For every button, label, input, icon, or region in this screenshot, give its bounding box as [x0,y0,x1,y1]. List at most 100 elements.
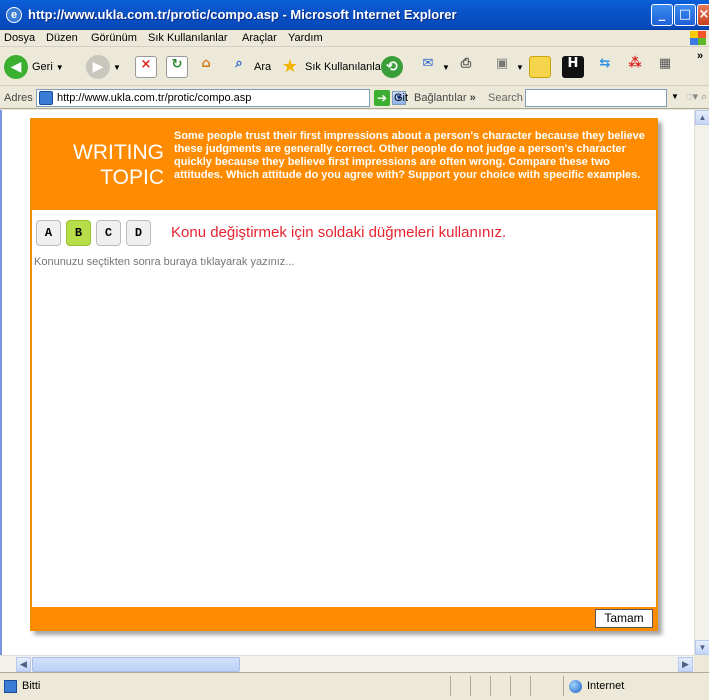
address-label: Adres [4,92,33,104]
home-button[interactable]: ⌂ [195,54,217,80]
back-button[interactable]: ◀ Geri ▼ [4,54,64,80]
status-divider [510,676,511,696]
stop-icon: × [135,56,157,78]
choice-b-button[interactable]: B [66,220,91,246]
refresh-icon: ↻ [166,56,188,78]
note-icon [529,56,551,78]
essay-textarea[interactable] [32,252,656,604]
menu-bar: Dosya Düzen Görünüm Sık Kullanılanlar Ar… [0,30,709,47]
search-options-icon[interactable]: ◌▾ ⌕ [686,90,707,104]
edit-button[interactable]: ▣ ▼ [491,54,524,80]
ok-button[interactable]: Tamam [595,609,653,628]
vertical-scrollbar[interactable]: ▲ ▼ [694,110,709,655]
menu-help[interactable]: Yardım [288,32,323,44]
status-divider [530,676,531,696]
edit-icon: ▣ [495,56,509,71]
address-bar: Adres http://www.ukla.com.tr/protic/comp… [0,87,709,109]
menu-favorites[interactable]: Sık Kullanılanlar [148,32,228,44]
topic-prompt: Some people trust their first impression… [174,130,645,181]
menu-file[interactable]: Dosya [4,32,35,44]
history-button[interactable]: ⟲ [381,54,403,80]
back-arrow-icon: ◀ [4,55,28,79]
scroll-right-icon[interactable]: ▶ [678,657,693,672]
favorites-button[interactable]: ★ Sık Kullanılanlar [279,54,385,80]
dropdown-arrow-icon: ▼ [113,62,121,72]
address-input[interactable]: http://www.ukla.com.tr/protic/compo.asp … [36,89,406,107]
search-label: Ara [254,61,272,73]
stop-button[interactable]: × [135,54,157,80]
home-icon: ⌂ [201,56,211,71]
choice-d-button[interactable]: D [126,220,151,246]
windows-logo-icon [690,31,706,45]
status-divider [490,676,491,696]
tools-icon: ▦ [658,56,672,71]
title-bar: e http://www.ukla.com.tr/protic/compo.as… [0,0,709,30]
status-divider [470,676,471,696]
toolbar-chevron-icon[interactable]: » [697,50,703,62]
ie-logo-icon: e [6,7,22,23]
menu-view[interactable]: Görünüm [91,32,137,44]
dropdown-arrow-icon: ▼ [442,62,450,72]
panel-footer: Tamam [32,607,656,629]
writing-panel: WRITING TOPIC Some people trust their fi… [30,118,658,631]
h-icon: H [562,56,584,78]
search-bar-label: Search [488,92,523,104]
topic-choices: A B C D [36,220,156,246]
search-button[interactable]: ⌕ Ara [228,54,271,80]
tools-button[interactable]: ▦ [654,54,676,80]
choice-c-button[interactable]: C [96,220,121,246]
choice-a-button[interactable]: A [36,220,61,246]
go-label: Git [394,92,409,104]
panel-header: WRITING TOPIC Some people trust their fi… [32,120,656,210]
search-dropdown-icon[interactable]: ▼ [671,92,681,102]
back-label: Geri [32,61,53,73]
dropdown-arrow-icon: ▼ [516,62,524,72]
topic-hint: Konu değiştirmek için soldaki düğmeleri … [171,224,507,241]
menu-tools[interactable]: Araçlar [242,32,277,44]
page-done-icon [4,680,17,693]
search-input[interactable] [525,89,667,107]
security-zone: Internet [587,680,625,692]
scroll-left-icon[interactable]: ◀ [16,657,31,672]
gift-button[interactable]: ⁂ [624,54,646,80]
toolbar: ◀ Geri ▼ ▶ ▼ × ↻ ⌂ ⌕ Ara ★ Sık Kullanıla… [0,48,709,86]
mail-button[interactable]: ✉ ▼ [417,54,450,80]
go-button[interactable]: ➔ Git [374,90,408,106]
mail-icon: ✉ [422,56,434,71]
minimize-button[interactable]: _ [651,4,673,26]
gift-icon: ⁂ [628,56,642,71]
magnifier-icon: ⌕ [235,56,243,71]
links-label: Bağlantılar [414,92,467,104]
status-text: Bitti [22,680,41,692]
forward-button[interactable]: ▶ ▼ [86,54,121,80]
menu-edit[interactable]: Düzen [46,32,78,44]
discuss-button[interactable] [529,54,551,80]
status-divider [563,676,564,696]
close-button[interactable]: × [697,4,709,26]
forward-arrow-icon: ▶ [86,55,110,79]
writing-topic-heading: WRITING TOPIC [44,140,164,190]
scroll-up-icon[interactable]: ▲ [695,110,709,125]
share-icon: ⇆ [599,56,611,71]
heading-line-2: TOPIC [100,166,164,189]
maximize-button[interactable]: □ [674,4,696,26]
research-button[interactable]: H [562,54,584,80]
dropdown-arrow-icon: ▼ [55,62,64,72]
window-title: http://www.ukla.com.tr/protic/compo.asp … [28,7,457,22]
scroll-down-icon[interactable]: ▼ [695,640,709,655]
star-icon: ★ [281,56,299,77]
links-button[interactable]: Bağlantılar » [414,92,476,104]
history-icon: ⟲ [381,56,403,78]
internet-globe-icon [569,680,582,693]
status-bar: Bitti Internet [0,672,709,700]
messenger-button[interactable]: ⇆ [594,54,616,80]
refresh-button[interactable]: ↻ [166,54,188,80]
address-url: http://www.ukla.com.tr/protic/compo.asp [57,92,252,104]
favorites-label: Sık Kullanılanlar [305,61,385,73]
horizontal-scrollbar[interactable]: ◀ ▶ [0,655,694,672]
print-button[interactable]: ⎙ [455,54,477,80]
heading-line-1: WRITING [73,141,164,164]
printer-icon: ⎙ [460,56,472,71]
go-arrow-icon: ➔ [374,90,390,106]
scroll-thumb[interactable] [32,657,240,672]
